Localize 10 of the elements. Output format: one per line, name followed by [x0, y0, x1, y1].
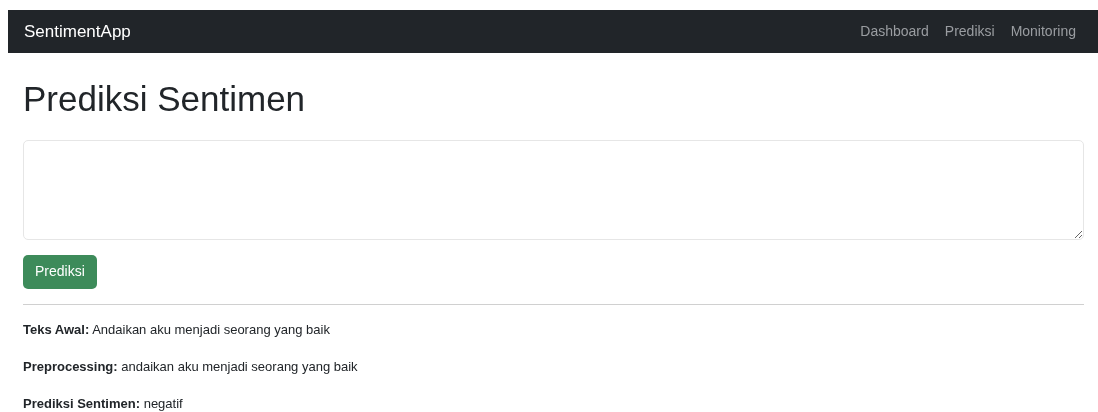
brand-link[interactable]: SentimentApp — [24, 18, 131, 45]
predict-button[interactable]: Prediksi — [23, 254, 97, 289]
text-input-field[interactable] — [23, 139, 1084, 240]
nav-link[interactable]: Monitoring — [1010, 21, 1076, 42]
result-line: Teks Awal: Andaikan aku menjadi seorang yang baik — [23, 320, 331, 338]
nav-link[interactable]: Prediksi — [944, 21, 995, 42]
page-heading: Prediksi Sentimen — [23, 78, 307, 120]
nav-link[interactable]: Dashboard — [860, 21, 929, 42]
result-line: Preprocessing: andaikan aku menjadi seorang yang baik — [23, 357, 359, 375]
result-line: Prediksi Sentimen: negatif — [23, 394, 184, 412]
